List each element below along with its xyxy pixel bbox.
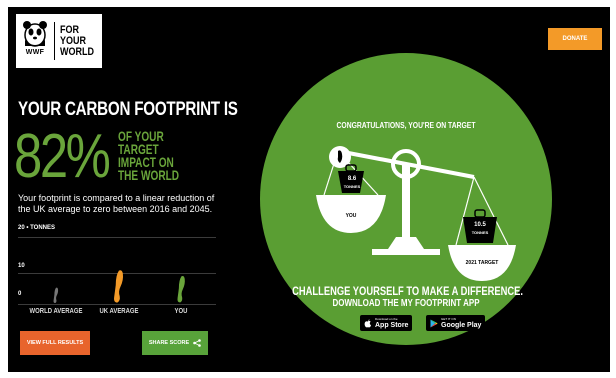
share-score-button[interactable]: SHARE SCORE [142, 331, 208, 355]
target-weight-unit: TONNES [471, 230, 489, 235]
apple-icon [364, 318, 371, 327]
result-scale-panel: CONGRATULATIONS, YOU'RE ON TARGET 8.6 TO… [260, 53, 552, 345]
play-store-icon [430, 319, 438, 327]
footprint-chart: 20 • TONNES 10 0 WORLD AVERAGE UK AVERAGE… [18, 225, 216, 325]
chart-bar-you [175, 275, 188, 304]
y-axis-mid-label: 10 [18, 263, 25, 269]
you-pan-label: YOU [345, 213, 357, 219]
app-store-caption: Download on the [375, 316, 398, 321]
share-score-label: SHARE SCORE [148, 340, 190, 346]
result-description: Your footprint is compared to a linear r… [18, 193, 215, 214]
wwf-logo[interactable]: WWF FOR YOUR WORLD [16, 14, 102, 68]
google-play-caption: GET IT ON [441, 316, 456, 321]
you-weight-unit: TONNES [343, 184, 361, 189]
tagline-line: WORLD [60, 45, 95, 58]
donate-button[interactable]: DONATE [548, 28, 602, 50]
google-play-button[interactable]: GET IT ON Google Play [426, 315, 486, 331]
chart-x-label: YOU [174, 308, 188, 315]
gridline [18, 304, 216, 305]
download-app-text: DOWNLOAD THE MY FOOTPRINT APP [332, 298, 480, 309]
result-headline: YOUR CARBON FOOTPRINT IS [18, 99, 238, 120]
view-full-results-button[interactable]: VIEW FULL RESULTS [20, 331, 90, 355]
y-axis-top-label: 20 • TONNES [18, 225, 56, 231]
y-axis-zero-label: 0 [18, 291, 22, 297]
result-percent-caption: OF YOUR TARGET IMPACT ON THE WORLD [118, 129, 180, 183]
you-weight-value: 8.6 [347, 176, 357, 182]
app-store-button[interactable]: Download on the App Store [360, 315, 413, 331]
google-play-name: Google Play [441, 321, 482, 329]
wwf-wordmark: WWF [25, 49, 45, 56]
page: WWF FOR YOUR WORLD DONATE YOUR CARBON FO… [8, 7, 610, 372]
footprint-icon [176, 276, 185, 303]
percent-caption-line: THE WORLD [118, 167, 180, 183]
share-icon [193, 339, 201, 347]
chart-x-label: WORLD AVERAGE [29, 308, 83, 315]
app-store-name: App Store [375, 321, 409, 329]
footprint-icon [53, 287, 59, 304]
logo-tagline: FOR YOUR WORLD [60, 24, 95, 58]
target-weight-value: 10.5 [474, 222, 486, 228]
target-pan-label: 2021 TARGET [465, 260, 499, 266]
chart-x-label: UK AVERAGE [99, 308, 139, 315]
gridline [18, 237, 216, 238]
chart-bar-world-average [52, 287, 60, 304]
footprint-icon [114, 270, 124, 303]
panda-icon: WWF [22, 20, 48, 62]
chart-bar-uk-average [111, 269, 127, 304]
challenge-text: CHALLENGE YOURSELF TO MAKE A DIFFERENCE. [292, 284, 524, 298]
result-percent: 82% [14, 122, 111, 191]
